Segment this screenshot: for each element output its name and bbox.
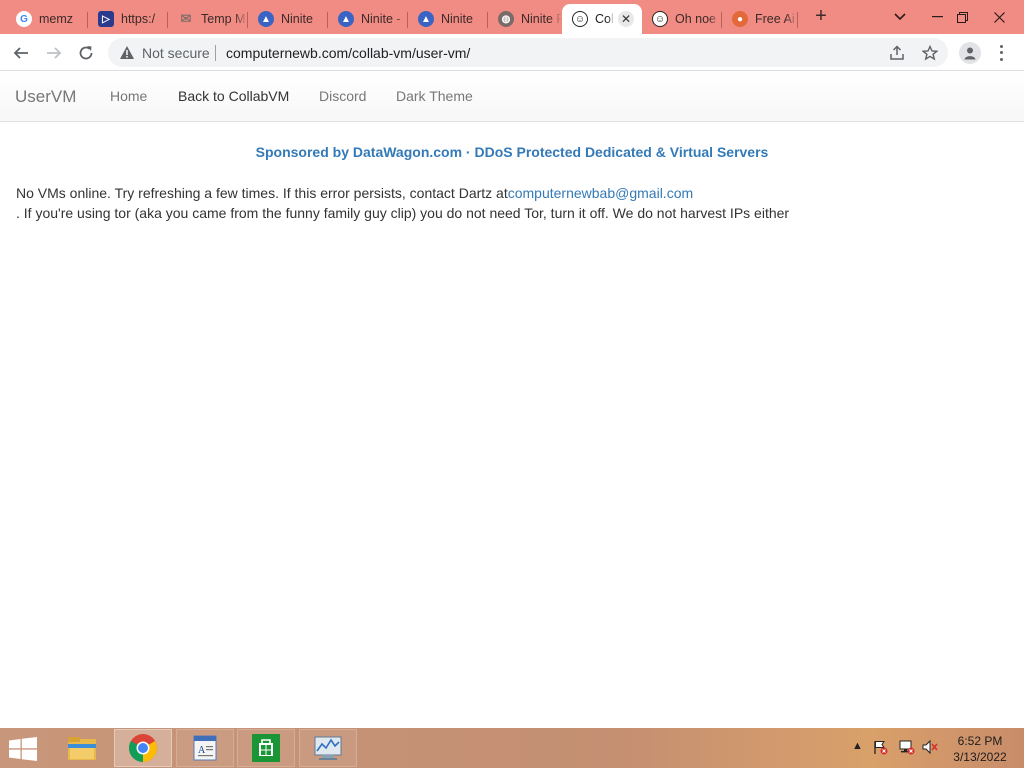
close-window-button[interactable] xyxy=(982,0,1016,34)
profile-avatar-icon[interactable] xyxy=(959,42,981,64)
new-tab-button[interactable]: + xyxy=(810,6,832,28)
tab-title: memz xyxy=(39,12,74,26)
taskbar: A ▲ 6:52 PM 3/13/2022 xyxy=(0,728,1024,768)
play-icon: ▷ xyxy=(98,11,114,27)
tab-ninite-3[interactable]: ▲ Ninite xyxy=(408,4,488,34)
tab-title: Oh noe xyxy=(675,12,717,26)
url-text[interactable]: computernewb.com/collab-vm/user-vm/ xyxy=(226,45,470,61)
browser-toolbar: Not secure computernewb.com/collab-vm/us… xyxy=(0,34,1024,71)
store-icon xyxy=(252,734,280,762)
volume-muted-icon[interactable] xyxy=(921,739,939,758)
mail-icon: ✉ xyxy=(180,11,192,26)
tab-memz[interactable]: G memz xyxy=(6,4,88,34)
tab-title: Coll xyxy=(595,12,614,26)
network-icon[interactable] xyxy=(897,739,915,758)
menu-kebab-icon[interactable] xyxy=(993,43,1009,63)
tab-collabvm-active[interactable]: ☺ Coll ✕ xyxy=(562,4,642,34)
bookmark-star-icon[interactable] xyxy=(921,44,939,62)
windows-logo-icon xyxy=(9,737,37,761)
tab-title: https:/ xyxy=(121,12,156,26)
collabvm-icon: ☺ xyxy=(572,11,588,27)
tab-ninite-2[interactable]: ▲ Ninite - xyxy=(328,4,408,34)
sponsor-link[interactable]: Sponsored by DataWagon.com · DDoS Protec… xyxy=(0,144,1024,160)
nav-dark-theme[interactable]: Dark Theme xyxy=(396,88,473,104)
chrome-taskbar-button[interactable] xyxy=(114,729,172,767)
tab-free-ai[interactable]: ● Free Ai xyxy=(722,4,798,34)
ninite-icon: ▲ xyxy=(418,11,434,27)
close-tab-icon[interactable]: ✕ xyxy=(618,11,634,27)
wordpad-icon: A xyxy=(193,735,217,761)
forward-button[interactable] xyxy=(41,40,67,66)
contact-email-link[interactable]: computernewbab@gmail.com xyxy=(508,185,693,201)
folder-icon xyxy=(68,737,96,760)
restore-button[interactable] xyxy=(945,0,979,34)
system-monitor-button[interactable] xyxy=(299,729,357,767)
nav-home[interactable]: Home xyxy=(110,88,147,104)
tab-title: Ninite xyxy=(441,12,473,26)
tab-ninite-4[interactable]: ◍ Ninite F xyxy=(488,4,562,34)
reload-button[interactable] xyxy=(73,40,99,66)
address-bar[interactable]: Not secure computernewb.com/collab-vm/us… xyxy=(108,38,948,67)
system-clock[interactable]: 6:52 PM 3/13/2022 xyxy=(944,733,1016,765)
ninite-icon: ▲ xyxy=(258,11,274,27)
tab-title: Temp M xyxy=(201,12,246,26)
tab-title: Ninite xyxy=(281,12,313,26)
tab-temp-mail[interactable]: ✉ Temp M xyxy=(168,4,248,34)
action-center-flag-icon[interactable] xyxy=(872,739,888,758)
file-explorer-button[interactable] xyxy=(53,729,111,767)
back-button[interactable] xyxy=(8,40,34,66)
performance-monitor-icon xyxy=(314,736,342,760)
google-icon: G xyxy=(16,11,32,27)
tab-title: Ninite - xyxy=(361,12,401,26)
tab-title: Ninite F xyxy=(521,12,562,26)
start-button[interactable] xyxy=(9,737,39,761)
tab-oh-noes[interactable]: ☺ Oh noe xyxy=(642,4,722,34)
divider xyxy=(215,45,216,61)
collabvm-icon: ☺ xyxy=(652,11,668,27)
tab-ninite-1[interactable]: ▲ Ninite xyxy=(248,4,328,34)
nav-back-to-collabvm[interactable]: Back to CollabVM xyxy=(178,88,289,104)
clock-date: 3/13/2022 xyxy=(953,750,1007,764)
tab-https[interactable]: ▷ https:/ xyxy=(88,4,168,34)
ninite-icon: ▲ xyxy=(338,11,354,27)
notice-text: No VMs online. Try refreshing a few time… xyxy=(16,185,508,201)
firefox-icon: ● xyxy=(732,11,748,27)
warning-icon[interactable] xyxy=(119,45,135,65)
globe-icon: ◍ xyxy=(498,11,514,27)
svg-text:A: A xyxy=(198,745,206,756)
tab-search-icon[interactable] xyxy=(883,0,917,34)
security-label[interactable]: Not secure xyxy=(142,45,210,61)
site-navbar: UserVM Home Back to CollabVM Discord Dar… xyxy=(0,71,1024,122)
store-button[interactable] xyxy=(237,729,295,767)
tab-strip: G memz ▷ https:/ ✉ Temp M ▲ Ninite ▲ Nin… xyxy=(0,0,1024,34)
brand-link[interactable]: UserVM xyxy=(15,87,76,107)
show-hidden-icons-chevron[interactable]: ▲ xyxy=(852,740,863,752)
error-notice: No VMs online. Try refreshing a few time… xyxy=(16,183,1006,223)
clock-time: 6:52 PM xyxy=(957,734,1003,748)
nav-discord[interactable]: Discord xyxy=(319,88,366,104)
share-icon[interactable] xyxy=(888,44,906,62)
notice-text-tor: . If you're using tor (aka you came from… xyxy=(16,205,790,221)
chrome-icon xyxy=(129,734,157,762)
wordpad-button[interactable]: A xyxy=(176,729,234,767)
tab-title: Free Ai xyxy=(755,12,795,26)
